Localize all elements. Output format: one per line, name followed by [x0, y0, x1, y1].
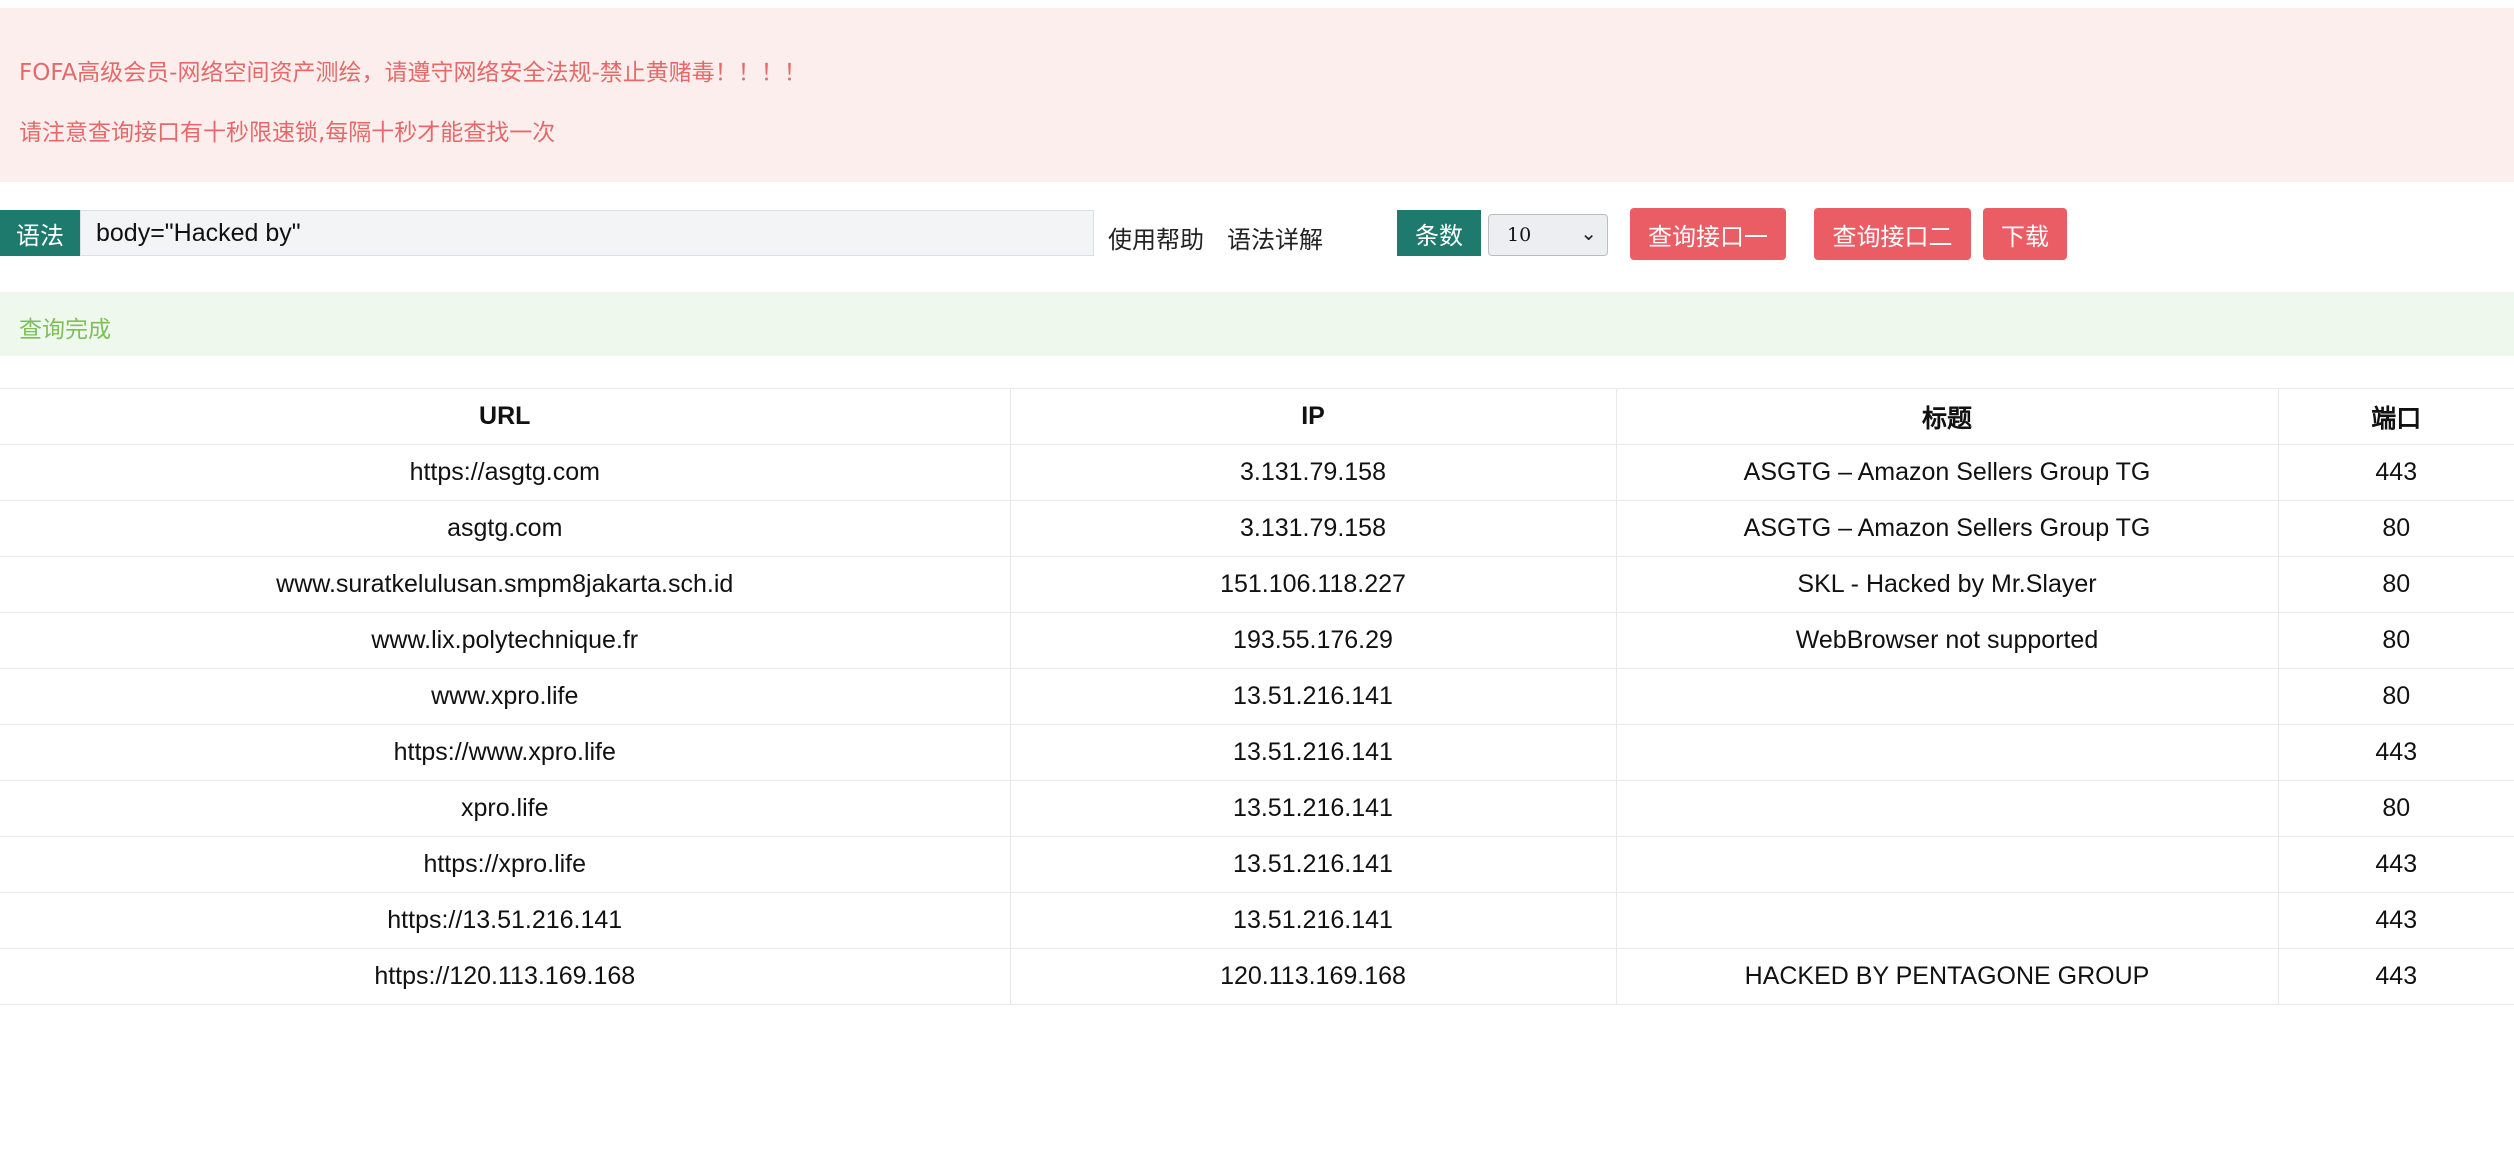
cell-title: WebBrowser not supported [1615, 612, 2278, 669]
status-message: 查询完成 [0, 292, 2514, 356]
cell-url: www.suratkelulusan.smpm8jakarta.sch.id [0, 556, 1010, 613]
cell-ip: 13.51.216.141 [1009, 892, 1616, 949]
table-row: https://120.113.169.168 120.113.169.168 … [0, 948, 2514, 1005]
query-button-2[interactable]: 查询接口二 [1814, 208, 1971, 260]
cell-ip: 13.51.216.141 [1009, 668, 1616, 725]
cell-title [1615, 892, 2278, 949]
cell-url: asgtg.com [0, 500, 1010, 557]
warning-notice: FOFA高级会员-网络空间资产测绘，请遵守网络安全法规-禁止黄赌毒！！！！ 请注… [0, 8, 2514, 182]
cell-ip: 3.131.79.158 [1009, 500, 1616, 557]
count-label: 条数 [1397, 210, 1481, 256]
cell-url: https://www.xpro.life [0, 724, 1010, 781]
cell-title: HACKED BY PENTAGONE GROUP [1615, 948, 2278, 1005]
cell-ip: 3.131.79.158 [1009, 444, 1616, 501]
cell-url: https://13.51.216.141 [0, 892, 1010, 949]
help-link[interactable]: 使用帮助 [1108, 220, 1204, 255]
table-row: https://13.51.216.141 13.51.216.141 443 [0, 892, 2514, 949]
cell-title: ASGTG – Amazon Sellers Group TG [1615, 444, 2278, 501]
search-toolbar: 语法 使用帮助 语法详解 条数 10 ⌄ 查询接口一 查询接口二 下载 [0, 206, 2514, 264]
cell-url: www.xpro.life [0, 668, 1010, 725]
cell-port: 443 [2277, 444, 2514, 501]
status-text: 查询完成 [19, 317, 111, 343]
cell-title [1615, 780, 2278, 837]
notice-line-2: 请注意查询接口有十秒限速锁,每隔十秒才能查找一次 [19, 120, 556, 146]
table-row: xpro.life 13.51.216.141 80 [0, 780, 2514, 837]
cell-url: xpro.life [0, 780, 1010, 837]
table-row: https://www.xpro.life 13.51.216.141 443 [0, 724, 2514, 781]
results-table: URL IP 标题 端口 https://asgtg.com 3.131.79.… [0, 388, 2514, 1005]
table-row: asgtg.com 3.131.79.158 ASGTG – Amazon Se… [0, 500, 2514, 557]
notice-line-1: FOFA高级会员-网络空间资产测绘，请遵守网络安全法规-禁止黄赌毒！！！！ [19, 60, 807, 86]
cell-title: ASGTG – Amazon Sellers Group TG [1615, 500, 2278, 557]
count-select-value: 10 [1507, 224, 1532, 246]
cell-url: www.lix.polytechnique.fr [0, 612, 1010, 669]
header-title: 标题 [1615, 388, 2278, 445]
cell-port: 443 [2277, 948, 2514, 1005]
cell-ip: 193.55.176.29 [1009, 612, 1616, 669]
table-row: https://asgtg.com 3.131.79.158 ASGTG – A… [0, 444, 2514, 501]
table-row: www.lix.polytechnique.fr 193.55.176.29 W… [0, 612, 2514, 669]
table-row: https://xpro.life 13.51.216.141 443 [0, 836, 2514, 893]
cell-ip: 13.51.216.141 [1009, 780, 1616, 837]
cell-ip: 120.113.169.168 [1009, 948, 1616, 1005]
cell-port: 443 [2277, 892, 2514, 949]
count-select[interactable]: 10 ⌄ [1488, 214, 1608, 256]
cell-title [1615, 668, 2278, 725]
cell-port: 80 [2277, 668, 2514, 725]
table-header-row: URL IP 标题 端口 [0, 388, 2514, 445]
cell-url: https://asgtg.com [0, 444, 1010, 501]
cell-url: https://xpro.life [0, 836, 1010, 893]
cell-port: 80 [2277, 500, 2514, 557]
cell-ip: 13.51.216.141 [1009, 836, 1616, 893]
cell-ip: 151.106.118.227 [1009, 556, 1616, 613]
table-row: www.xpro.life 13.51.216.141 80 [0, 668, 2514, 725]
cell-port: 80 [2277, 556, 2514, 613]
query-button-1[interactable]: 查询接口一 [1630, 208, 1786, 260]
cell-title [1615, 836, 2278, 893]
header-url: URL [0, 388, 1010, 445]
cell-ip: 13.51.216.141 [1009, 724, 1616, 781]
header-ip: IP [1009, 388, 1616, 445]
header-port: 端口 [2277, 388, 2514, 445]
syntax-detail-link[interactable]: 语法详解 [1227, 220, 1323, 255]
syntax-label: 语法 [0, 210, 80, 256]
cell-title [1615, 724, 2278, 781]
download-button[interactable]: 下载 [1983, 208, 2067, 260]
cell-port: 80 [2277, 612, 2514, 669]
cell-port: 443 [2277, 836, 2514, 893]
cell-url: https://120.113.169.168 [0, 948, 1010, 1005]
cell-port: 80 [2277, 780, 2514, 837]
cell-port: 443 [2277, 724, 2514, 781]
chevron-down-icon: ⌄ [1580, 221, 1597, 245]
cell-title: SKL - Hacked by Mr.Slayer [1615, 556, 2278, 613]
table-row: www.suratkelulusan.smpm8jakarta.sch.id 1… [0, 556, 2514, 613]
query-input[interactable] [80, 210, 1094, 256]
